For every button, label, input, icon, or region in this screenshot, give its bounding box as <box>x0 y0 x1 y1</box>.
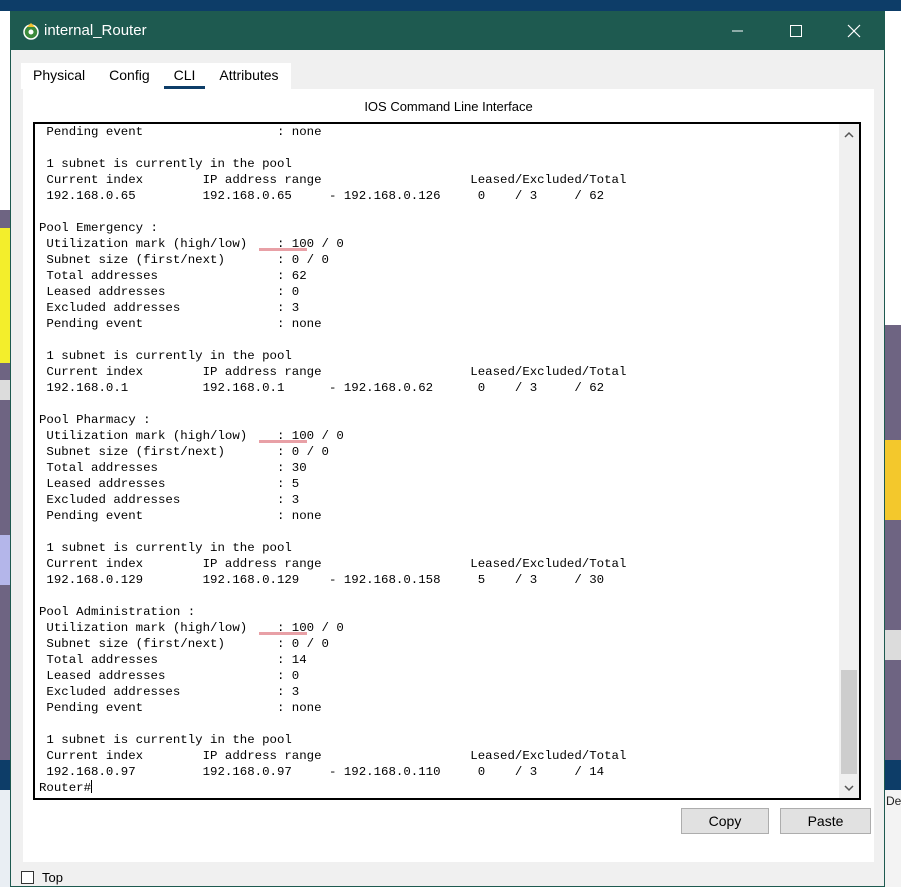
router-app-icon <box>21 21 41 41</box>
cli-line: 1 subnet is currently in the pool <box>39 157 292 171</box>
maximize-button[interactable] <box>773 12 819 50</box>
cli-line: Pending event : none <box>39 701 322 715</box>
canvas-device-label <box>0 380 10 400</box>
cli-line <box>39 396 839 412</box>
cli-line: Leased addresses : 0 <box>39 285 300 299</box>
cli-line: Router# <box>39 780 93 795</box>
desktop-top-strip <box>0 0 901 11</box>
desktop-side-text: De <box>886 794 901 808</box>
cli-line <box>39 524 839 540</box>
cli-line: Utilization mark (high/low) : 100 / 0 <box>39 237 344 251</box>
cli-line <box>39 332 839 348</box>
cli-line: Pool Administration : <box>39 605 196 619</box>
cli-line: Leased addresses : 5 <box>39 477 300 491</box>
cli-line: Total addresses : 14 <box>39 653 307 667</box>
cli-line <box>39 140 839 156</box>
cli-line: Excluded addresses : 3 <box>39 493 300 507</box>
cli-line <box>39 588 839 604</box>
canvas-device-yellow-right <box>885 440 901 520</box>
cli-line: Pending event : none <box>39 125 322 139</box>
cli-line: 192.168.0.97 192.168.0.97 - 192.168.0.11… <box>39 765 605 779</box>
highlight-mark <box>259 248 307 251</box>
cli-line: Pool Pharmacy : <box>39 413 151 427</box>
tab-config[interactable]: Config <box>97 63 161 89</box>
desktop-right-bar <box>885 760 901 790</box>
window-title: internal_Router <box>44 22 147 39</box>
maximize-icon <box>790 25 802 37</box>
minimize-icon <box>732 30 743 32</box>
cli-line: 1 subnet is currently in the pool <box>39 541 292 555</box>
cli-line: 192.168.0.65 192.168.0.65 - 192.168.0.12… <box>39 189 605 203</box>
cli-line: Subnet size (first/next) : 0 / 0 <box>39 445 329 459</box>
canvas-device-yellow <box>0 228 10 363</box>
cli-line: Current index IP address range Leased/Ex… <box>39 365 627 379</box>
cli-line: Utilization mark (high/low) : 100 / 0 <box>39 429 344 443</box>
cli-line: 192.168.0.1 192.168.0.1 - 192.168.0.62 0… <box>39 381 605 395</box>
desktop-right-canvas <box>885 325 901 760</box>
cli-line: Current index IP address range Leased/Ex… <box>39 557 627 571</box>
cli-line: Total addresses : 62 <box>39 269 307 283</box>
cli-line: 1 subnet is currently in the pool <box>39 349 292 363</box>
cli-line: Total addresses : 30 <box>39 461 307 475</box>
tab-cli[interactable]: CLI <box>162 63 208 89</box>
top-checkbox-label: Top <box>42 870 63 885</box>
highlight-mark <box>259 440 307 443</box>
desktop-left-canvas <box>0 210 10 760</box>
top-option[interactable]: Top <box>21 870 63 885</box>
paste-button[interactable]: Paste <box>780 808 871 834</box>
minimize-button[interactable] <box>715 12 761 50</box>
cli-output: Pending event : none 1 subnet is current… <box>39 124 839 796</box>
terminal-scrollbar[interactable] <box>839 124 859 798</box>
desktop-left-lower <box>0 790 10 887</box>
cli-line: Subnet size (first/next) : 0 / 0 <box>39 253 329 267</box>
panel-title: IOS Command Line Interface <box>364 99 533 114</box>
cli-line: Leased addresses : 0 <box>39 669 300 683</box>
chevron-down-icon <box>844 784 854 791</box>
cli-line: Pool Emergency : <box>39 221 158 235</box>
chevron-up-icon <box>844 131 854 138</box>
tab-bar: Physical Config CLI Attributes <box>21 63 291 89</box>
highlight-mark <box>259 632 307 635</box>
desktop-left-bar <box>0 760 10 790</box>
title-bar[interactable]: internal_Router <box>11 12 884 50</box>
top-checkbox[interactable] <box>21 871 34 884</box>
close-button[interactable] <box>831 12 877 50</box>
cli-line: 1 subnet is currently in the pool <box>39 733 292 747</box>
cli-line: Utilization mark (high/low) : 100 / 0 <box>39 621 344 635</box>
cli-line: Current index IP address range Leased/Ex… <box>39 173 627 187</box>
cli-line: Excluded addresses : 3 <box>39 685 300 699</box>
scroll-thumb[interactable] <box>841 670 857 774</box>
router-window: internal_Router Physical Config CLI Attr… <box>10 11 885 887</box>
cli-line: Pending event : none <box>39 509 322 523</box>
scroll-down-button[interactable] <box>839 778 859 798</box>
copy-button[interactable]: Copy <box>681 808 769 834</box>
cli-line: Subnet size (first/next) : 0 / 0 <box>39 637 329 651</box>
cli-line <box>39 716 839 732</box>
cli-terminal[interactable]: Pending event : none 1 subnet is current… <box>33 122 861 800</box>
tab-attributes[interactable]: Attributes <box>207 63 290 89</box>
cli-line: Pending event : none <box>39 317 322 331</box>
scroll-up-button[interactable] <box>839 124 859 144</box>
canvas-device-blue <box>0 535 10 585</box>
close-icon <box>847 24 861 38</box>
cli-line: Excluded addresses : 3 <box>39 301 300 315</box>
text-cursor <box>91 780 93 793</box>
cli-line: 192.168.0.129 192.168.0.129 - 192.168.0.… <box>39 573 605 587</box>
cli-line: Current index IP address range Leased/Ex… <box>39 749 627 763</box>
cli-panel: IOS Command Line Interface Pending event… <box>23 89 874 862</box>
cli-line <box>39 204 839 220</box>
canvas-device-label-right <box>885 630 901 660</box>
tab-physical[interactable]: Physical <box>21 63 97 89</box>
